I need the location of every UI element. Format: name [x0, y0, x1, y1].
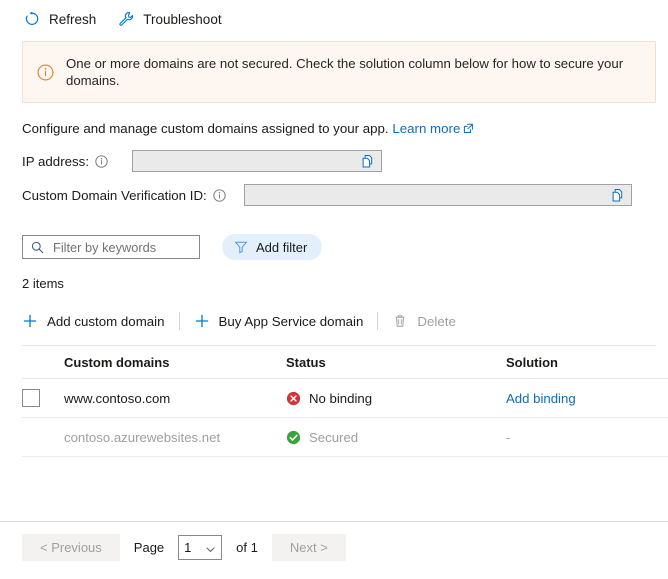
custom-domains-table: Custom domains Status Solution www.conto…	[22, 346, 668, 457]
refresh-label: Refresh	[49, 12, 96, 27]
copy-icon	[610, 188, 625, 203]
column-header-custom-domains: Custom domains	[64, 355, 286, 370]
ip-address-field[interactable]	[132, 150, 382, 172]
buy-app-service-domain-button[interactable]: Buy App Service domain	[194, 313, 378, 329]
troubleshoot-label: Troubleshoot	[143, 12, 221, 27]
chevron-down-icon	[205, 543, 216, 554]
warning-banner: One or more domains are not secured. Che…	[22, 41, 656, 103]
next-page-button: Next >	[272, 534, 346, 561]
search-input[interactable]	[51, 239, 191, 256]
cell-status: No binding	[286, 391, 506, 406]
page-label: Page	[134, 540, 164, 555]
learn-more-label: Learn more	[392, 121, 460, 136]
status-label: Secured	[309, 430, 358, 445]
filter-bar: Add filter	[22, 234, 668, 260]
status-label: No binding	[309, 391, 372, 406]
add-binding-link[interactable]: Add binding	[506, 391, 576, 406]
verification-id-field[interactable]	[244, 184, 632, 206]
next-page-label: Next >	[290, 540, 328, 555]
copy-verification-id-button[interactable]	[610, 188, 631, 203]
add-custom-domain-label: Add custom domain	[47, 314, 165, 329]
cell-domain: www.contoso.com	[64, 391, 286, 406]
verification-id-label: Custom Domain Verification ID:	[22, 188, 226, 203]
info-circle-icon	[37, 64, 54, 81]
plus-icon	[22, 313, 38, 329]
ip-address-row: IP address:	[22, 150, 668, 172]
trash-icon	[392, 313, 408, 329]
pagination: < Previous Page 1 of 1 Next >	[22, 534, 346, 561]
top-command-bar: Refresh Troubleshoot	[0, 0, 668, 38]
funnel-icon	[234, 240, 248, 254]
plus-icon	[194, 313, 210, 329]
pagination-divider	[0, 521, 668, 522]
cell-solution: -	[506, 430, 668, 445]
troubleshoot-button[interactable]: Troubleshoot	[118, 9, 221, 29]
search-icon	[31, 241, 44, 254]
table-command-bar: Add custom domain Buy App Service domain…	[22, 309, 668, 333]
buy-app-service-domain-label: Buy App Service domain	[219, 314, 364, 329]
delete-button: Delete	[392, 313, 469, 329]
field-section: IP address: Cus	[0, 150, 668, 206]
ip-address-label: IP address:	[22, 154, 108, 169]
refresh-icon	[24, 11, 40, 27]
column-header-solution: Solution	[506, 355, 668, 370]
page-description-text: Configure and manage custom domains assi…	[22, 121, 389, 136]
row-select-cell	[22, 389, 64, 407]
command-separator	[179, 312, 180, 330]
column-header-status: Status	[286, 355, 506, 370]
wrench-icon	[118, 11, 134, 27]
ip-address-label-text: IP address:	[22, 154, 89, 169]
info-icon[interactable]	[95, 155, 108, 168]
filter-search-box[interactable]	[22, 235, 200, 259]
items-count: 2 items	[22, 276, 668, 291]
cell-domain: contoso.azurewebsites.net	[64, 430, 286, 445]
table-row[interactable]: www.contoso.com No binding Add binding	[22, 379, 668, 418]
warning-banner-text: One or more domains are not secured. Che…	[66, 55, 641, 89]
table-row[interactable]: contoso.azurewebsites.net Secured -	[22, 418, 668, 457]
verification-id-label-text: Custom Domain Verification ID:	[22, 188, 207, 203]
copy-ip-address-button[interactable]	[360, 154, 381, 169]
delete-label: Delete	[417, 314, 455, 329]
copy-icon	[360, 154, 375, 169]
verification-id-row: Custom Domain Verification ID:	[22, 184, 668, 206]
refresh-button[interactable]: Refresh	[24, 9, 96, 29]
add-filter-label: Add filter	[256, 240, 307, 255]
page-number-select[interactable]: 1	[178, 535, 222, 560]
learn-more-link[interactable]: Learn more	[392, 121, 460, 136]
command-separator	[377, 312, 378, 330]
previous-page-label: < Previous	[40, 540, 102, 555]
external-link-icon	[463, 122, 474, 133]
row-checkbox[interactable]	[22, 389, 40, 407]
page-description: Configure and manage custom domains assi…	[22, 121, 668, 136]
success-circle-icon	[286, 430, 301, 445]
cell-status: Secured	[286, 430, 506, 445]
info-icon[interactable]	[213, 189, 226, 202]
error-circle-icon	[286, 391, 301, 406]
add-custom-domain-button[interactable]: Add custom domain	[22, 313, 179, 329]
total-pages-label: of 1	[236, 540, 258, 555]
cell-solution: Add binding	[506, 391, 668, 406]
table-header-row: Custom domains Status Solution	[22, 346, 668, 379]
add-filter-button[interactable]: Add filter	[222, 234, 322, 260]
page-number-value: 1	[184, 540, 191, 555]
previous-page-button: < Previous	[22, 534, 120, 561]
